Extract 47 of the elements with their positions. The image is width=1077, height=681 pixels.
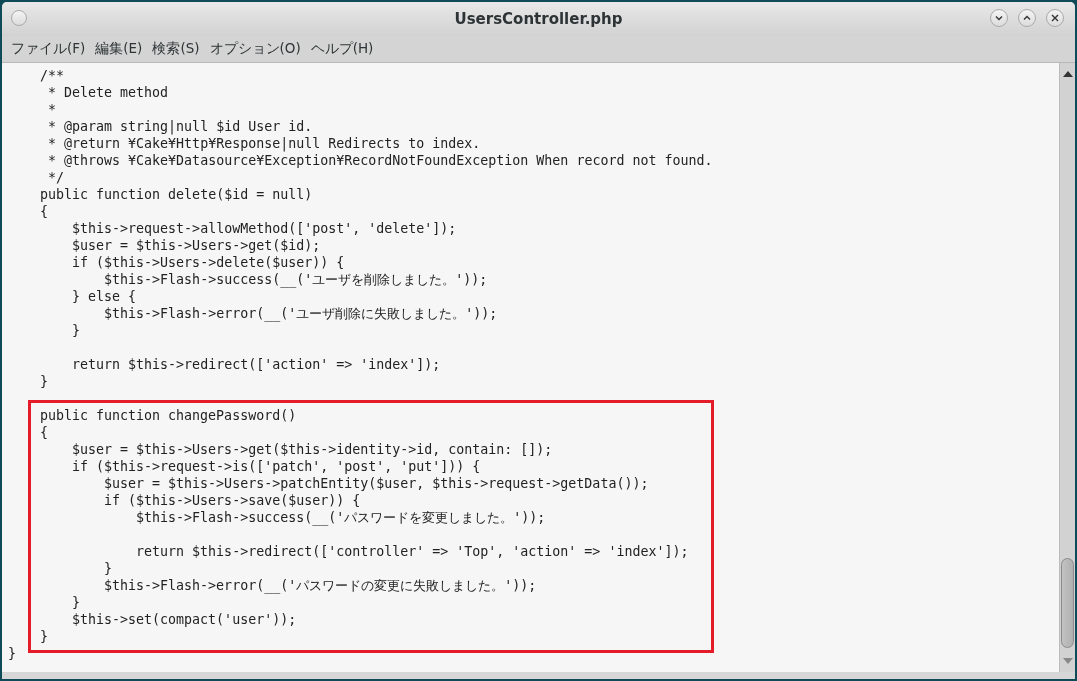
code-line: * @param string|null $id User id.: [47, 118, 314, 135]
code-line: $user = $this->Users->get($this->identity->id, contain: []);: [71, 441, 554, 458]
code-line: $this->Flash->success(__('ユーザを削除しました。'));: [103, 271, 489, 288]
code-line: if ($this->request->is(['patch', 'post', 'put'])) {: [71, 458, 482, 475]
code-line: * Delete method: [47, 84, 170, 101]
code-line: return $this->redirect(['action' => 'index']);: [71, 356, 442, 373]
code-line: {: [39, 203, 50, 220]
chevron-up-icon: [1023, 15, 1031, 21]
code-line: $this->set(compact('user'));: [71, 611, 298, 628]
code-line: * @return ¥Cake¥Http¥Response|null Redirects to index.: [47, 135, 482, 152]
code-line: $this->Flash->error(__('パスワードの変更に失敗しました。'));: [103, 577, 538, 594]
menu-item[interactable]: ヘルプ(H): [309, 40, 375, 58]
chevron-down-icon: [995, 15, 1003, 21]
close-icon: [1051, 14, 1059, 22]
menu-item[interactable]: オプション(O): [208, 40, 302, 58]
close-button[interactable]: [1046, 9, 1064, 27]
minimize-button[interactable]: [990, 9, 1008, 27]
scrollbar-thumb[interactable]: [1061, 558, 1074, 648]
code-line: }: [71, 594, 82, 611]
code-line: $this->request->allowMethod(['post', 'delete']);: [71, 220, 458, 237]
code-line: $this->Flash->success(__('パスワードを変更しました。'));: [135, 509, 547, 526]
code-line: }: [8, 645, 17, 662]
code-line: }: [40, 628, 49, 645]
menu-item[interactable]: 編集(E): [94, 40, 144, 58]
code-line: } else {: [71, 288, 138, 305]
code-line: /**: [39, 67, 66, 84]
code-line: if ($this->Users->save($user)) {: [103, 492, 362, 509]
code-line: {: [40, 424, 49, 441]
code-line: $user = $this->Users->get($id);: [71, 237, 322, 254]
code-line: return $this->redirect(['controller' => 'Top', 'action' => 'index']);: [135, 543, 690, 560]
maximize-button[interactable]: [1018, 9, 1036, 27]
scroll-up-arrow-icon[interactable]: [1062, 71, 1073, 77]
code-line: *: [47, 101, 58, 118]
code-line: */: [47, 169, 66, 186]
window-title: UsersController.php: [453, 10, 624, 28]
code-line: if ($this->Users->delete($user)) {: [71, 254, 346, 271]
code-line: $user = $this->Users->patchEntity($user, $this->request->getData());: [103, 475, 650, 492]
menu-item[interactable]: ファイル(F): [10, 40, 87, 58]
code-line: }: [71, 322, 82, 339]
menu-item[interactable]: 検索(S): [151, 40, 201, 58]
scrollbar[interactable]: [1059, 63, 1075, 672]
code-line: $this->Flash->error(__('ユーザ削除に失敗しました。'));: [103, 305, 499, 322]
code-line: public function delete($id = null): [39, 186, 314, 203]
code-line: }: [39, 373, 50, 390]
code-line: * @throws ¥Cake¥Datasource¥Exception¥RecordNotFoundException When record not found.: [47, 152, 714, 169]
code-line: }: [103, 560, 114, 577]
code-line: public function changePassword(): [40, 407, 298, 424]
